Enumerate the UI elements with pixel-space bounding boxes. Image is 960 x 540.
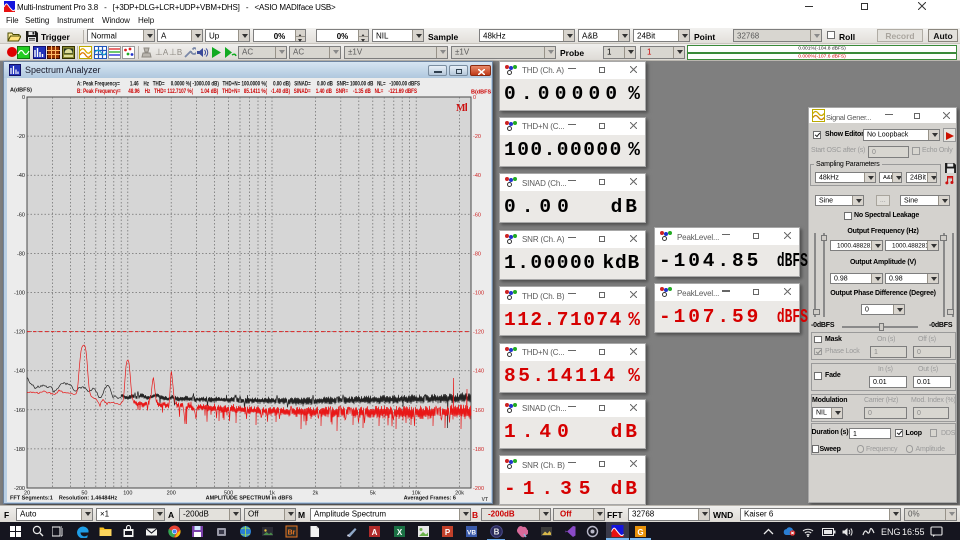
svg-text:A: Peak Frequency= 1.46: A: Peak Frequency= 1.46 Hz THD= 0.0000 %… xyxy=(77,82,420,88)
svg-text:5k: 5k xyxy=(370,491,376,497)
svg-text:X: X xyxy=(396,528,402,537)
svg-text:-140: -140 xyxy=(14,369,25,375)
svg-text:-80: -80 xyxy=(17,251,25,257)
svg-text:A(dBFS): A(dBFS) xyxy=(10,88,32,94)
svg-text:A: A xyxy=(371,528,377,537)
svg-text:-200: -200 xyxy=(473,486,484,492)
svg-text:B: B xyxy=(493,528,499,537)
svg-text:VT: VT xyxy=(482,497,488,502)
svg-text:-120: -120 xyxy=(14,330,25,336)
svg-text:-60: -60 xyxy=(473,212,481,218)
svg-text:-40: -40 xyxy=(473,173,481,179)
svg-text:-120: -120 xyxy=(473,330,484,336)
svg-text:M: M xyxy=(456,103,466,114)
svg-text:0: 0 xyxy=(22,95,25,101)
svg-text:FFT Segments:1 Resolution:: FFT Segments:1 Resolution: 1.46484Hz xyxy=(10,496,118,502)
svg-text:-80: -80 xyxy=(473,251,481,257)
svg-text:G: G xyxy=(637,528,643,537)
svg-text:-100: -100 xyxy=(473,291,484,297)
svg-text:200: 200 xyxy=(167,491,176,497)
svg-text:Averaged Frames: 6: Averaged Frames: 6 xyxy=(404,496,456,502)
svg-text:20k: 20k xyxy=(455,491,464,497)
svg-text:-20: -20 xyxy=(473,134,481,140)
svg-text:-160: -160 xyxy=(14,408,25,414)
svg-text:Br: Br xyxy=(287,530,295,537)
svg-text:-180: -180 xyxy=(473,447,484,453)
svg-text:-20: -20 xyxy=(17,134,25,140)
svg-text:100: 100 xyxy=(123,491,132,497)
svg-text:-140: -140 xyxy=(473,369,484,375)
svg-text:-100: -100 xyxy=(14,291,25,297)
svg-text:P: P xyxy=(444,528,450,537)
svg-text:2k: 2k xyxy=(312,491,318,497)
svg-text:AMPLITUDE SPECTRUM in dBFS: AMPLITUDE SPECTRUM in dBFS xyxy=(206,496,293,502)
svg-text:-180: -180 xyxy=(14,447,25,453)
svg-text:-60: -60 xyxy=(17,212,25,218)
svg-text:B: Peak Frequency= 48.96: B: Peak Frequency= 48.96 Hz THD= 112.710… xyxy=(77,89,417,95)
svg-text:-40: -40 xyxy=(17,173,25,179)
svg-text:-160: -160 xyxy=(473,408,484,414)
svg-text:0: 0 xyxy=(473,95,476,101)
svg-text:VB: VB xyxy=(466,530,475,537)
